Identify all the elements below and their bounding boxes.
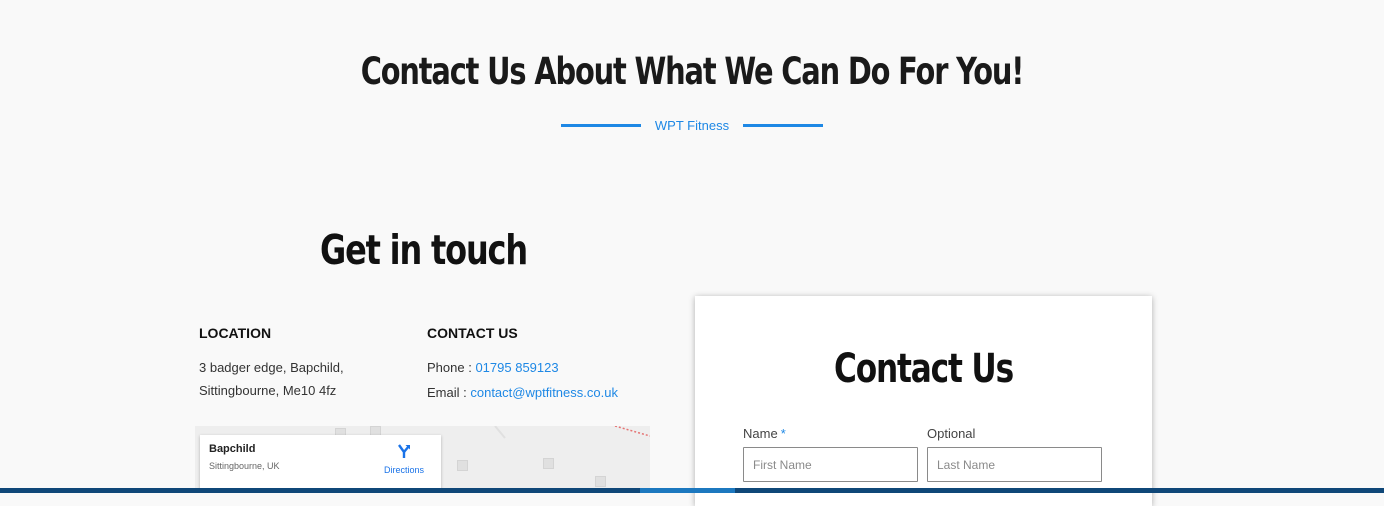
- divider-tagline: WPT Fitness: [654, 118, 730, 133]
- get-in-touch-title: Get in touch: [320, 226, 528, 274]
- email-row: Email : contact@wptfitness.co.uk: [427, 381, 618, 404]
- map-embed[interactable]: Bapchild Sittingbourne, UK Directions: [195, 426, 650, 493]
- map-place-address: Sittingbourne, UK: [209, 461, 280, 471]
- page-headline: Contact Us About What We Can Do For You!: [360, 50, 1025, 93]
- phone-label: Phone :: [427, 360, 472, 375]
- form-title: Contact Us: [833, 346, 1014, 392]
- directions-button[interactable]: Directions: [374, 443, 434, 475]
- address-line-1: 3 badger edge, Bapchild,: [199, 360, 344, 375]
- map-building: [595, 476, 606, 487]
- name-field-label: Name *: [743, 426, 786, 441]
- location-heading: LOCATION: [199, 325, 272, 341]
- phone-link[interactable]: 01795 859123: [475, 360, 558, 375]
- directions-icon: [398, 444, 410, 458]
- map-building: [543, 458, 554, 469]
- address-line-2: Sittingbourne, Me10 4fz: [199, 383, 337, 398]
- divider-line-left: [560, 124, 641, 127]
- phone-row: Phone : 01795 859123: [427, 356, 618, 379]
- divider-line-right: [743, 124, 824, 127]
- email-label: Email :: [427, 385, 467, 400]
- map-place-card: Bapchild Sittingbourne, UK Directions: [200, 435, 441, 493]
- map-building: [457, 460, 468, 471]
- required-asterisk: *: [780, 426, 786, 441]
- contact-heading: CONTACT US: [427, 325, 518, 341]
- location-address: 3 badger edge, Bapchild, Sittingbourne, …: [199, 356, 344, 402]
- contact-form-card: Contact Us Name * Optional: [695, 296, 1152, 506]
- contact-details: Phone : 01795 859123 Email : contact@wpt…: [427, 356, 618, 404]
- footer-bar-accent: [640, 488, 735, 493]
- headline-divider: WPT Fitness: [0, 118, 1384, 133]
- name-label-text: Name: [743, 426, 778, 441]
- directions-label: Directions: [383, 465, 424, 475]
- optional-field-label: Optional: [927, 426, 976, 441]
- first-name-input[interactable]: [743, 447, 918, 482]
- email-link[interactable]: contact@wptfitness.co.uk: [470, 385, 618, 400]
- last-name-input[interactable]: [927, 447, 1102, 482]
- map-place-name: Bapchild: [209, 443, 256, 455]
